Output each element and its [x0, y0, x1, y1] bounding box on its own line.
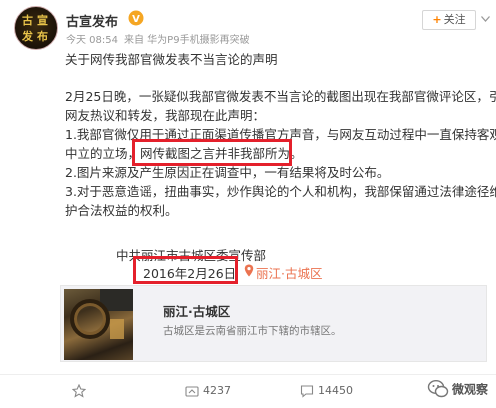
place-thumbnail: [64, 289, 133, 360]
location-pin-icon: [244, 264, 254, 277]
post-line: 2月25日晚，一张疑似我部官微发表不当言论的截图出现在我部官微评论区，引发: [65, 89, 496, 104]
post-body: 关于网传我部官微发表不当言论的声明 2月25日晚，一张疑似我部官微发表不当言论的…: [65, 50, 496, 220]
post-source[interactable]: 来自 华为P9手机摄影再突破: [124, 35, 250, 46]
action-bar: 4237 14450: [0, 374, 496, 408]
favorite-button[interactable]: [71, 381, 90, 401]
place-title: 丽江·古城区: [163, 304, 231, 319]
avatar-glyph: 古: [22, 14, 33, 27]
follow-label: 关注: [443, 13, 466, 26]
comment-count: 14450: [318, 384, 353, 397]
wechat-icon: [427, 379, 449, 398]
user-name[interactable]: 古宣发布: [66, 11, 118, 30]
place-description: 古城区是云南省丽江市下辖的市辖区。: [163, 325, 342, 337]
waterwheel-icon: [70, 299, 110, 339]
highlight-box-statement: [132, 139, 292, 166]
svg-text:V: V: [132, 14, 140, 25]
forward-count: 4237: [203, 384, 231, 397]
forward-button[interactable]: 4237: [185, 381, 231, 401]
post-meta: 今天 08:54 来自 华为P9手机摄影再突破: [66, 31, 256, 46]
post-title: 关于网传我部官微发表不当言论的声明: [65, 52, 278, 67]
post-line: 网友热议和转发，我部现在此声明：: [65, 108, 266, 123]
avatar-glyph: 宣: [37, 14, 48, 27]
location-link[interactable]: 丽江·古城区: [256, 263, 322, 282]
plus-icon: +: [432, 13, 442, 26]
follow-button[interactable]: + 关注: [422, 10, 476, 30]
forward-icon: [185, 386, 199, 397]
post-line: 护合法权益的权利。: [65, 203, 178, 218]
highlight-box-date: [133, 256, 238, 284]
post-time[interactable]: 今天 08:54: [66, 35, 118, 46]
avatar-glyph: 发: [22, 30, 33, 43]
user-avatar[interactable]: 古 宣 发 布: [14, 6, 58, 50]
comment-icon: [300, 385, 314, 398]
star-icon: [71, 383, 87, 398]
thumbnail-light: [110, 319, 124, 339]
watermark: 微观察: [427, 378, 488, 404]
chevron-down-icon[interactable]: [481, 16, 490, 22]
watermark-text: 微观察: [451, 382, 488, 397]
comment-button[interactable]: 14450: [300, 381, 353, 401]
place-card[interactable]: 丽江·古城区 古城区是云南省丽江市下辖的市辖区。: [60, 285, 487, 362]
avatar-glyph: 布: [37, 30, 48, 43]
post-line: 3.对于恶意造谣，扭曲事实，炒作舆论的个人和机构，我部保留通过法律途径维: [65, 184, 496, 199]
verified-badge-icon: V: [128, 10, 144, 26]
